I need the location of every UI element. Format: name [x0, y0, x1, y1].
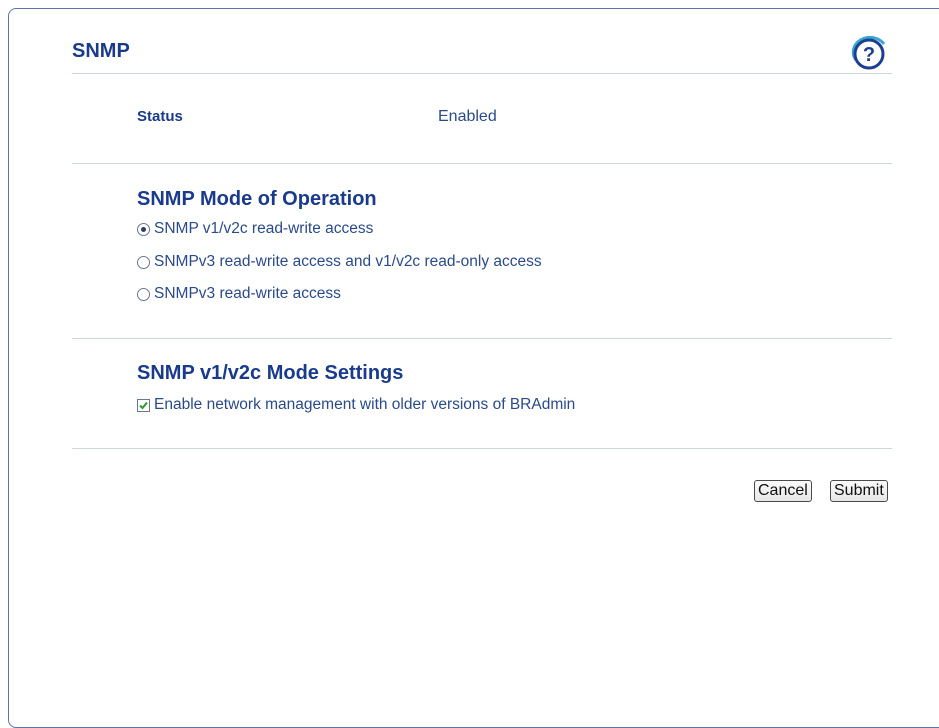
option-label: SNMP v1/v2c read-write access — [154, 220, 374, 237]
header-divider — [72, 73, 892, 74]
section-divider — [72, 163, 892, 164]
checkbox-label: Enable network management with older ver… — [154, 396, 576, 413]
mode-option-v3rw[interactable]: SNMPv3 read-write access — [137, 285, 341, 303]
checkmark-icon — [139, 401, 148, 409]
bradmin-compat-option[interactable]: Enable network management with older ver… — [137, 396, 575, 414]
v1v2c-section-title: SNMP v1/v2c Mode Settings — [137, 362, 404, 384]
submit-button[interactable]: Submit — [830, 480, 888, 502]
checkbox-checked[interactable] — [137, 398, 150, 412]
status-value: Enabled — [438, 108, 497, 125]
cancel-button[interactable]: Cancel — [754, 480, 812, 502]
section-divider — [72, 338, 892, 339]
option-label: SNMPv3 read-write access and v1/v2c read… — [154, 253, 542, 270]
mode-section-title: SNMP Mode of Operation — [137, 188, 377, 210]
mode-option-v1v2c-rw[interactable]: SNMP v1/v2c read-write access — [137, 220, 373, 238]
radio-button[interactable] — [137, 287, 150, 301]
radio-button-selected[interactable] — [137, 222, 150, 236]
section-divider — [72, 448, 892, 449]
page-title: SNMP — [72, 40, 130, 62]
status-label: Status — [137, 108, 183, 125]
help-question-icon[interactable]: ? — [850, 35, 890, 72]
option-label: SNMPv3 read-write access — [154, 285, 341, 302]
radio-button[interactable] — [137, 255, 150, 269]
mode-option-v3rw-v1v2c-ro[interactable]: SNMPv3 read-write access and v1/v2c read… — [137, 253, 542, 271]
svg-text:?: ? — [863, 44, 875, 66]
